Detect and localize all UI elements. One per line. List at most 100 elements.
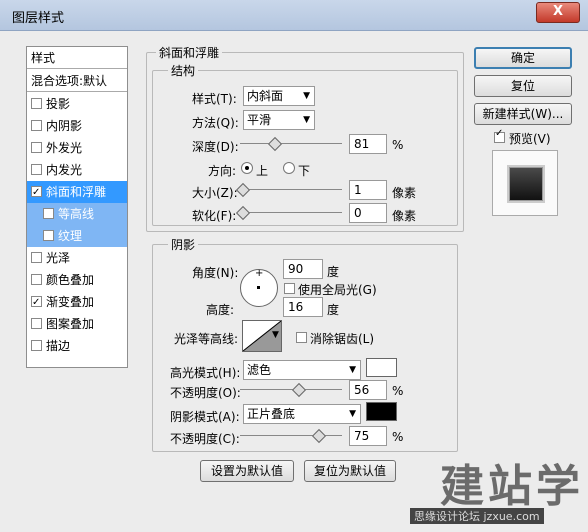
- shadow-mode-label: 阴影模式(A):: [170, 410, 240, 424]
- depth-percent: %: [392, 138, 404, 152]
- shadow-color-swatch[interactable]: [366, 402, 397, 421]
- ok-button[interactable]: 确定: [474, 47, 572, 69]
- technique-label: 方法(Q):: [192, 116, 239, 130]
- size-input[interactable]: 1: [349, 180, 387, 200]
- reset-default-button[interactable]: 复位为默认值: [304, 460, 396, 482]
- stroke-checkbox[interactable]: [31, 340, 42, 351]
- direction-down-label: 下: [298, 164, 311, 178]
- preview-checkbox[interactable]: [494, 128, 505, 143]
- chevron-down-icon[interactable]: ▼: [272, 330, 279, 340]
- style-item-bevel-emboss[interactable]: 斜面和浮雕: [27, 181, 127, 204]
- watermark-logo: 建站学: [440, 461, 584, 512]
- new-style-button[interactable]: 新建样式(W)...: [474, 103, 572, 125]
- style-item-outer-glow[interactable]: 外发光: [27, 137, 127, 159]
- shadow-opacity-input[interactable]: 75: [349, 426, 387, 446]
- style-item-gradient-overlay[interactable]: 渐变叠加: [27, 291, 127, 314]
- structure-title: 结构: [168, 62, 199, 79]
- soften-input[interactable]: 0: [349, 203, 387, 223]
- style-item-satin[interactable]: 光泽: [27, 247, 127, 269]
- direction-up-radio[interactable]: [241, 162, 253, 174]
- item-label: 颜色叠加: [46, 273, 95, 287]
- depth-slider[interactable]: [240, 143, 342, 144]
- highlight-mode-label: 高光模式(H):: [170, 366, 241, 380]
- style-dropdown[interactable]: 内斜面 ▼: [243, 86, 315, 106]
- style-item-contour[interactable]: 等高线: [27, 203, 127, 225]
- drop-shadow-checkbox[interactable]: [31, 98, 42, 109]
- shading-title: 阴影: [168, 236, 199, 253]
- shadow-mode-dropdown[interactable]: 正片叠底 ▼: [243, 404, 361, 424]
- style-item-inner-glow[interactable]: 内发光: [27, 159, 127, 181]
- highlight-opacity-percent: %: [392, 384, 404, 398]
- style-item-inner-shadow[interactable]: 内阴影: [27, 115, 127, 137]
- chevron-down-icon: ▼: [349, 409, 356, 419]
- outer-glow-checkbox[interactable]: [31, 142, 42, 153]
- technique-dropdown[interactable]: 平滑 ▼: [243, 110, 315, 130]
- style-item-drop-shadow[interactable]: 投影: [27, 93, 127, 115]
- size-unit: 像素: [392, 186, 417, 200]
- bevel-emboss-title: 斜面和浮雕: [156, 44, 223, 61]
- highlight-color-swatch[interactable]: [366, 358, 397, 377]
- style-preview: [492, 150, 558, 216]
- antialias-checkbox[interactable]: [296, 332, 307, 343]
- style-value: 内斜面: [247, 89, 284, 103]
- highlight-opacity-input[interactable]: 56: [349, 380, 387, 400]
- angle-dial[interactable]: +: [240, 268, 278, 307]
- item-label: 纹理: [58, 229, 83, 243]
- item-label: 投影: [46, 97, 71, 111]
- style-label: 样式(T):: [192, 92, 237, 106]
- styles-header[interactable]: 样式: [27, 47, 127, 69]
- shadow-mode-value: 正片叠底: [247, 407, 296, 421]
- item-label: 等高线: [58, 207, 95, 221]
- size-label: 大小(Z):: [192, 186, 238, 200]
- color-overlay-checkbox[interactable]: [31, 274, 42, 285]
- soften-label: 软化(F):: [192, 209, 237, 223]
- size-slider[interactable]: [240, 189, 342, 190]
- window-title: 图层样式: [12, 11, 65, 26]
- item-label: 图案叠加: [46, 317, 95, 331]
- style-item-stroke[interactable]: 描边: [27, 335, 127, 357]
- style-item-texture[interactable]: 纹理: [27, 225, 127, 247]
- shadow-opacity-percent: %: [392, 430, 404, 444]
- set-default-button[interactable]: 设置为默认值: [200, 460, 294, 482]
- inner-shadow-checkbox[interactable]: [31, 120, 42, 131]
- global-light-label: 使用全局光(G): [298, 283, 377, 297]
- shadow-opacity-slider[interactable]: [240, 435, 342, 436]
- gloss-contour-label: 光泽等高线:: [174, 332, 239, 346]
- angle-input[interactable]: 90: [283, 259, 323, 279]
- angle-label: 角度(N):: [192, 266, 239, 280]
- highlight-mode-value: 滤色: [247, 363, 272, 377]
- layer-style-dialog: 图层样式 X 样式 混合选项:默认 投影 内阴影 外发光 内发光 斜面和浮雕 等…: [0, 0, 588, 532]
- item-label: 内发光: [46, 163, 83, 177]
- item-label: 光泽: [46, 251, 71, 265]
- chevron-down-icon: ▼: [303, 115, 310, 125]
- pattern-overlay-checkbox[interactable]: [31, 318, 42, 329]
- highlight-opacity-label: 不透明度(O):: [170, 386, 241, 400]
- angle-center-dot: [257, 286, 260, 289]
- altitude-label: 高度:: [206, 303, 235, 317]
- highlight-mode-dropdown[interactable]: 滤色 ▼: [243, 360, 361, 380]
- depth-label: 深度(D):: [192, 140, 239, 154]
- direction-down-radio[interactable]: [283, 162, 295, 174]
- inner-glow-checkbox[interactable]: [31, 164, 42, 175]
- altitude-input[interactable]: 16: [283, 297, 323, 317]
- preview-swatch: [509, 167, 543, 201]
- item-label: 外发光: [46, 141, 83, 155]
- close-button[interactable]: X: [536, 2, 580, 23]
- global-light-checkbox[interactable]: [284, 283, 295, 294]
- reset-button[interactable]: 复位: [474, 75, 572, 97]
- texture-checkbox[interactable]: [43, 230, 54, 241]
- angle-unit: 度: [327, 265, 340, 279]
- satin-checkbox[interactable]: [31, 252, 42, 263]
- style-item-color-overlay[interactable]: 颜色叠加: [27, 269, 127, 291]
- depth-input[interactable]: 81: [349, 134, 387, 154]
- bevel-emboss-checkbox[interactable]: [31, 182, 42, 204]
- item-label: 内阴影: [46, 119, 83, 133]
- contour-checkbox[interactable]: [43, 208, 54, 219]
- soften-unit: 像素: [392, 209, 417, 223]
- item-label: 描边: [46, 339, 71, 353]
- soften-slider[interactable]: [240, 212, 342, 213]
- altitude-unit: 度: [327, 303, 340, 317]
- blending-options-item[interactable]: 混合选项:默认: [27, 70, 127, 92]
- gradient-overlay-checkbox[interactable]: [31, 292, 42, 314]
- style-item-pattern-overlay[interactable]: 图案叠加: [27, 313, 127, 335]
